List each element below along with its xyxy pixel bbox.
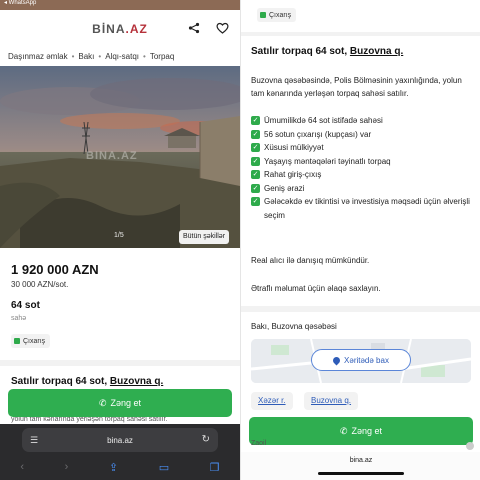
listing-address: Bakı, Buzovna qəsəbəsi <box>251 322 337 331</box>
heart-icon[interactable] <box>214 20 230 36</box>
feature-item: ✓ Ümumilikdə 64 sot istifadə sahəsi <box>251 114 473 128</box>
listing-title: Satılır torpaq 64 sot, Buzovna q. <box>11 376 163 387</box>
negotiable-note: Real alıcı ilə danışıq mümkündür. <box>251 256 370 265</box>
listing-description: Buzovna qəsəbəsində, Polis Bölməsinin ya… <box>251 76 462 98</box>
feature-item: ✓ Yaşayış məntəqələri təyinatlı torpaq <box>251 155 473 169</box>
call-button[interactable]: ✆ Zəng et <box>8 389 232 417</box>
feature-item: ✓ Rahat giriş-çıxış <box>251 168 473 182</box>
listing-location-link[interactable]: Buzovna q. <box>350 46 403 57</box>
phone-icon: ✆ <box>339 425 348 436</box>
listing-title-text: Satılır torpaq 64 sot, <box>11 376 108 387</box>
feature-list: ✓ Ümumilikdə 64 sot istifadə sahəsi ✓ 56 s… <box>251 114 473 222</box>
breadcrumb-item[interactable]: Alqı-satqı <box>105 52 139 61</box>
site-logo[interactable]: BİNA.AZ <box>0 14 240 44</box>
forward-icon[interactable]: › <box>65 461 69 473</box>
breadcrumb-separator: • <box>143 51 146 61</box>
listing-location-link[interactable]: Buzovna q. <box>110 376 163 387</box>
checkmark-icon: ✓ <box>251 156 260 166</box>
breadcrumb: Daşınmaz əmlak • Bakı • Alqı-satqı • Torpaq <box>8 50 174 62</box>
call-button-label: Zəng et <box>351 426 383 436</box>
contact-note: Ətraflı məlumat üçün əlaqə saxlayın. <box>251 284 381 293</box>
share-icon[interactable]: ⇪ <box>109 461 118 474</box>
share-icon[interactable] <box>186 20 202 36</box>
browser-toolbar: ☰ bina.az ↻ ‹ › ⇪ ▭ ❐ <box>0 424 240 480</box>
breadcrumb-item[interactable]: Bakı <box>78 52 94 61</box>
deed-badge: Çıxarış <box>257 8 297 22</box>
section-divider <box>241 32 480 36</box>
feature-text: Gələcəkdə ev tikintisi və investisiya mə… <box>264 197 470 220</box>
listing-title-text: Satılır torpaq 64 sot, <box>251 46 348 57</box>
deed-badge-label: Çıxarış <box>269 11 292 19</box>
feature-text: Geniş ərazi <box>264 183 305 193</box>
land-area-label: sahə <box>11 315 27 322</box>
screenshot-root: ◂ WhatsApp BİNA.AZ Daşınmaz əmlak • Bakı •… <box>0 0 480 480</box>
status-bar[interactable]: ◂ WhatsApp <box>0 0 240 10</box>
next-section-preview: Zaoil <box>251 440 267 447</box>
photo-watermark: BINA.AZ <box>86 150 138 162</box>
section-divider <box>0 360 240 366</box>
home-indicator <box>318 472 404 475</box>
bookmarks-icon[interactable]: ▭ <box>159 461 169 474</box>
photo-counter: 1/5 <box>114 232 124 239</box>
map-pin-icon <box>331 355 342 365</box>
checkmark-icon: ✓ <box>251 170 260 179</box>
listing-top-panel: ◂ WhatsApp BİNA.AZ Daşınmaz əmlak • Bakı •… <box>0 0 240 480</box>
view-on-map-label: Xəritədə bax <box>344 355 389 365</box>
scroll-indicator <box>466 442 474 450</box>
logo-tld: .AZ <box>125 22 148 36</box>
address-bar-minimized[interactable]: bina.az <box>241 452 480 480</box>
feature-item: ✓ Xüsusi mülkiyyət <box>251 141 473 155</box>
feature-text: Xüsusi mülkiyyət <box>264 143 324 152</box>
checkmark-icon: ✓ <box>251 143 260 152</box>
logo-text: BİNA <box>92 22 126 36</box>
all-photos-button[interactable]: Bütün şəkillər <box>179 230 230 244</box>
breadcrumb-item[interactable]: Torpaq <box>150 52 174 61</box>
feature-text: Rahat giriş-çıxış <box>264 170 322 179</box>
description-preview: yolun tam kənarında yerləşən torpaq sahə… <box>11 416 168 423</box>
back-icon[interactable]: ‹ <box>20 461 24 473</box>
checkmark-icon: ✓ <box>251 183 260 193</box>
deed-badge-label: Çıxarış <box>23 337 46 345</box>
price-per-unit: 30 000 AZN/sot. <box>11 280 69 289</box>
address-bar[interactable]: ☰ bina.az ↻ <box>22 428 218 452</box>
feature-text: Ümumilikdə 64 sot istifadə sahəsi <box>264 116 383 125</box>
checkmark-icon: ✓ <box>251 116 260 125</box>
checkmark-icon: ✓ <box>251 129 260 139</box>
document-icon <box>260 12 266 18</box>
tab-menu-icon[interactable]: ☰ <box>30 435 38 446</box>
reload-icon[interactable]: ↻ <box>202 434 210 445</box>
tabs-icon[interactable]: ❐ <box>210 461 220 474</box>
deed-badge: Çıxarış <box>11 334 51 348</box>
location-tag-settlement[interactable]: Buzovna q. <box>304 392 359 410</box>
feature-item: ✓ 56 sotun çıxarışı (kupçası) var <box>251 128 473 142</box>
checkmark-icon: ✓ <box>251 197 260 206</box>
address-bar-url: bina.az <box>107 435 133 445</box>
phone-icon: ✆ <box>98 397 107 408</box>
address-bar-url: bina.az <box>349 457 373 464</box>
feature-item: ✓ Gələcəkdə ev tikintisi və investisiya m… <box>251 195 473 222</box>
browser-nav: ‹ › ⇪ ▭ ❐ <box>0 458 240 476</box>
view-on-map-button[interactable]: Xəritədə bax <box>311 349 411 371</box>
breadcrumb-separator: • <box>98 51 102 61</box>
location-tag-district[interactable]: Xəzər r. <box>251 392 293 410</box>
feature-text: 56 sotun çıxarışı (kupçası) var <box>264 129 372 139</box>
document-icon <box>14 338 20 344</box>
feature-item: ✓ Geniş ərazi <box>251 182 473 196</box>
listing-title: Satılır torpaq 64 sot, Buzovna q. <box>251 46 403 57</box>
breadcrumb-separator: • <box>71 51 75 61</box>
listing-detail-panel: Çıxarış Satılır torpaq 64 sot, Buzovna q… <box>240 0 480 480</box>
land-area: 64 sot <box>11 300 40 311</box>
section-divider <box>241 306 480 312</box>
call-button-label: Zəng et <box>110 398 142 408</box>
feature-text: Yaşayış məntəqələri təyinatlı torpaq <box>264 156 391 166</box>
breadcrumb-item[interactable]: Daşınmaz əmlak <box>8 52 68 61</box>
listing-price: 1 920 000 AZN <box>11 262 99 277</box>
